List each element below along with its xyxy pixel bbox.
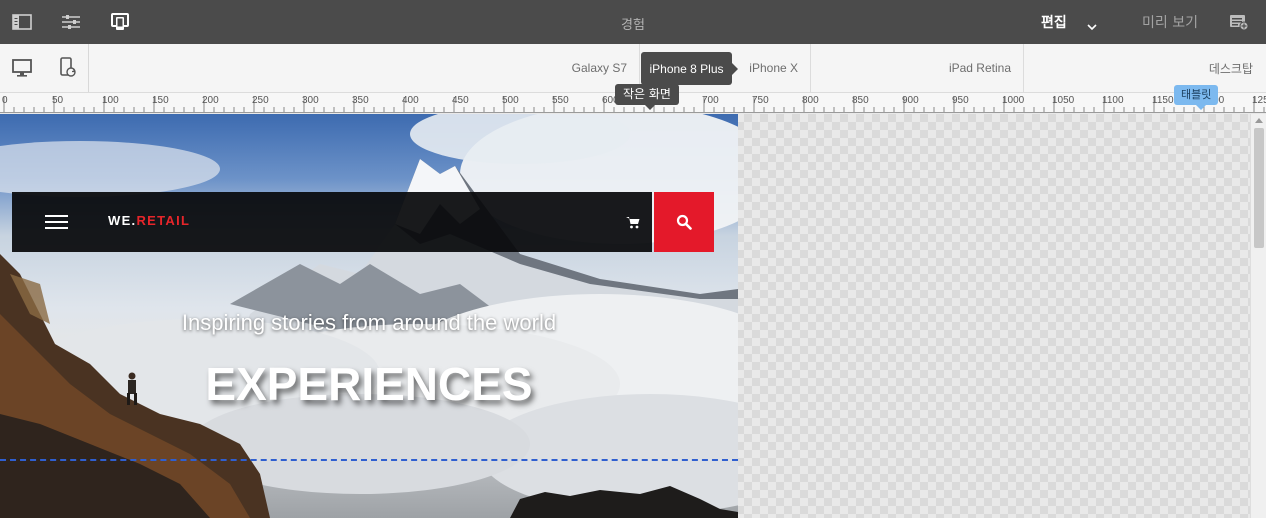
edit-mode-button[interactable]: 편집: [1041, 12, 1067, 32]
ruler-label: 1000: [1002, 95, 1025, 106]
emulator-tools: [0, 44, 89, 92]
ruler-label: 400: [402, 95, 419, 106]
hero-headline: EXPERIENCES: [205, 358, 533, 410]
canvas-scrollbar[interactable]: [1250, 114, 1266, 518]
scroll-up-icon[interactable]: [1255, 117, 1263, 123]
ruler-label: 0: [2, 95, 8, 106]
breakpoint-small-screen-marker[interactable]: 작은 화면: [615, 84, 679, 110]
ruler-label: 700: [702, 95, 719, 106]
ruler-label: 900: [902, 95, 919, 106]
ruler-label: 850: [852, 95, 869, 106]
ruler-label: 1100: [1102, 95, 1124, 106]
breakpoint-tablet-marker[interactable]: 태블릿: [1174, 85, 1219, 110]
ruler-label: 500: [502, 95, 519, 106]
ruler-label: 50: [52, 95, 64, 106]
site-logo[interactable]: WE.RETAIL: [108, 213, 190, 228]
menu-icon[interactable]: [45, 215, 68, 229]
ruler-label: 100: [102, 95, 119, 106]
ruler-label: 200: [202, 95, 219, 106]
ruler-label: 1050: [1052, 95, 1075, 106]
fold-line: [0, 459, 738, 461]
preview-button[interactable]: 미리 보기: [1142, 12, 1198, 32]
logo-retail: RETAIL: [136, 213, 191, 228]
ruler-label: 350: [352, 95, 369, 106]
device-ipad-retina[interactable]: iPad Retina: [811, 44, 1024, 92]
ruler-label: 300: [302, 95, 319, 106]
device-iphone-x[interactable]: iPhone X: [737, 44, 811, 92]
scrollbar-thumb[interactable]: [1254, 128, 1264, 248]
annotations-icon[interactable]: [1228, 11, 1250, 33]
ruler-label: 1150: [1152, 95, 1174, 106]
edit-dropdown-chevron-icon[interactable]: [1087, 16, 1097, 35]
page-title: 경험: [621, 18, 645, 33]
ruler-label: 750: [752, 95, 769, 106]
page-preview-hero: WE.RETAIL Inspiring stories from around …: [0, 114, 738, 518]
desktop-icon[interactable]: [11, 57, 33, 79]
device-galaxy-s7[interactable]: Galaxy S7: [89, 44, 640, 92]
ruler-label: 125: [1252, 95, 1266, 106]
editor-header: 경험 편집 미리 보기: [0, 0, 1266, 44]
ruler-label: 950: [952, 95, 969, 106]
ruler-label: 800: [802, 95, 819, 106]
ruler-label: 150: [152, 95, 169, 106]
search-icon: [676, 214, 692, 230]
search-button[interactable]: [654, 192, 714, 252]
cart-icon[interactable]: [626, 214, 640, 233]
ruler-label: 550: [552, 95, 569, 106]
device-iphone-8-plus[interactable]: iPhone 8 Plus: [641, 52, 738, 85]
hero-subtitle: Inspiring stories from around the world: [181, 310, 557, 335]
device-desktop[interactable]: 데스크탑: [1024, 44, 1266, 92]
rotate-device-icon[interactable]: [56, 57, 78, 79]
logo-we: WE.: [108, 213, 137, 228]
site-navbar: WE.RETAIL: [12, 192, 652, 252]
page-editor: 경험 편집 미리 보기 Galaxy S7 iPhone 8 Plus iPho…: [0, 0, 1266, 518]
ruler-label: 250: [252, 95, 269, 106]
ruler-label: 450: [452, 95, 469, 106]
